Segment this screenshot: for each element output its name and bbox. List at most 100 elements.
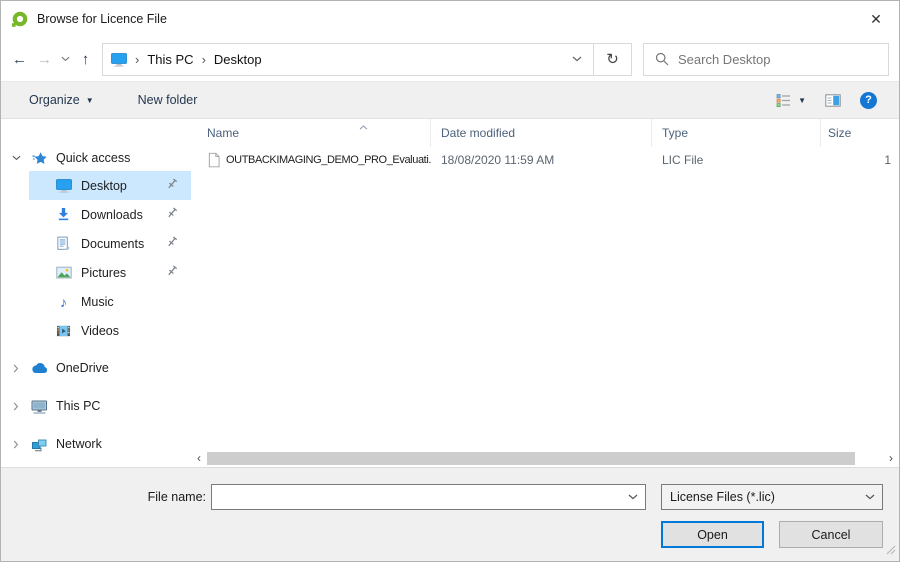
chevron-right-icon bbox=[13, 402, 19, 411]
pin-icon bbox=[166, 207, 178, 222]
sort-ascending-icon bbox=[359, 119, 368, 133]
file-icon bbox=[207, 152, 220, 168]
column-header-size[interactable]: Size bbox=[821, 119, 899, 147]
this-pc-icon bbox=[31, 399, 48, 414]
organize-label: Organize bbox=[29, 93, 80, 107]
sidebar-item-onedrive[interactable]: OneDrive bbox=[1, 355, 191, 381]
sidebar-item-label: Desktop bbox=[81, 179, 127, 193]
horizontal-scrollbar[interactable]: ‹ › bbox=[191, 450, 899, 467]
main-area: Quick access Desktop Downloads bbox=[1, 119, 899, 467]
preview-pane-button[interactable] bbox=[825, 93, 841, 108]
file-name-label: File name: bbox=[1, 484, 206, 510]
videos-icon bbox=[55, 324, 72, 338]
column-label: Size bbox=[828, 126, 851, 140]
breadcrumb-separator: › bbox=[202, 52, 206, 67]
forward-button[interactable]: → bbox=[32, 51, 57, 68]
music-icon: ♪ bbox=[55, 295, 72, 309]
sidebar-item-label: This PC bbox=[56, 399, 100, 413]
column-header-date-modified[interactable]: Date modified bbox=[431, 119, 652, 147]
search-box[interactable] bbox=[643, 43, 889, 76]
downloads-icon bbox=[55, 207, 72, 222]
browse-licence-dialog: Browse for Licence File ✕ ← → ↑ › This P… bbox=[0, 0, 900, 562]
resize-grip[interactable] bbox=[886, 544, 896, 558]
views-button[interactable]: ▼ bbox=[776, 93, 806, 108]
sidebar-item-videos[interactable]: Videos bbox=[1, 316, 191, 345]
column-label: Name bbox=[207, 126, 239, 140]
dropdown-arrow-icon: ▼ bbox=[86, 96, 94, 105]
sidebar-item-documents[interactable]: Documents bbox=[1, 229, 191, 258]
command-toolbar: Organize ▼ New folder ▼ bbox=[1, 81, 899, 119]
sidebar-item-music[interactable]: ♪ Music bbox=[1, 287, 191, 316]
column-header-name[interactable]: Name bbox=[191, 119, 431, 147]
column-header-type[interactable]: Type bbox=[652, 119, 821, 147]
documents-icon bbox=[55, 236, 72, 251]
column-label: Type bbox=[662, 126, 688, 140]
expand-collapse-chevron[interactable] bbox=[1, 402, 31, 411]
file-row[interactable]: OUTBACKIMAGING_DEMO_PRO_Evaluati... 18/0… bbox=[191, 147, 899, 173]
breadcrumb-desktop[interactable]: Desktop bbox=[214, 52, 262, 67]
expand-collapse-chevron[interactable] bbox=[1, 155, 31, 161]
up-button[interactable]: ↑ bbox=[73, 51, 98, 68]
open-button[interactable]: Open bbox=[661, 521, 764, 548]
scroll-right-icon[interactable]: › bbox=[883, 450, 899, 467]
file-type-value: License Files (*.lic) bbox=[662, 490, 858, 504]
file-name-input[interactable] bbox=[212, 485, 621, 509]
sidebar-item-downloads[interactable]: Downloads bbox=[1, 200, 191, 229]
desktop-icon bbox=[55, 178, 72, 193]
file-type: LIC File bbox=[652, 153, 821, 167]
sidebar-item-desktop[interactable]: Desktop bbox=[1, 171, 191, 200]
chevron-down-icon bbox=[572, 56, 582, 62]
sidebar-item-label: Network bbox=[56, 437, 102, 451]
preview-pane-icon bbox=[825, 93, 841, 108]
quick-access-star-icon bbox=[31, 151, 48, 166]
address-dropdown-button[interactable] bbox=[561, 56, 593, 62]
help-button[interactable]: ? bbox=[860, 92, 877, 109]
title-bar: Browse for Licence File ✕ bbox=[1, 1, 899, 37]
column-headers: Name Date modified Type Size bbox=[191, 119, 899, 147]
chevron-down-icon bbox=[628, 494, 638, 500]
sidebar-item-label: OneDrive bbox=[56, 361, 109, 375]
cancel-button[interactable]: Cancel bbox=[779, 521, 883, 548]
refresh-button[interactable]: ↻ bbox=[594, 43, 632, 76]
expand-collapse-chevron[interactable] bbox=[1, 440, 31, 449]
file-list-pane: Name Date modified Type Size bbox=[191, 119, 899, 467]
column-label: Date modified bbox=[441, 126, 515, 140]
address-bar[interactable]: › This PC › Desktop bbox=[102, 43, 594, 76]
sidebar-item-label: Videos bbox=[81, 324, 119, 338]
sidebar-item-label: Downloads bbox=[81, 208, 143, 222]
recent-locations-button[interactable] bbox=[57, 56, 73, 62]
new-folder-button[interactable]: New folder bbox=[138, 93, 198, 107]
back-button[interactable]: ← bbox=[7, 51, 32, 68]
combo-dropdown-button[interactable] bbox=[621, 494, 645, 500]
pin-icon bbox=[166, 178, 178, 193]
expand-collapse-chevron[interactable] bbox=[1, 364, 31, 373]
sidebar-item-network[interactable]: Network bbox=[1, 431, 191, 457]
scrollbar-thumb[interactable] bbox=[207, 452, 855, 465]
scrollbar-track[interactable] bbox=[207, 450, 883, 467]
breadcrumb-this-pc[interactable]: This PC bbox=[147, 52, 193, 67]
chevron-down-icon bbox=[61, 56, 70, 62]
chevron-down-icon bbox=[12, 155, 21, 161]
new-folder-label: New folder bbox=[138, 93, 198, 107]
file-type-combobox[interactable]: License Files (*.lic) bbox=[661, 484, 883, 510]
help-icon: ? bbox=[865, 94, 872, 106]
sidebar-item-quick-access[interactable]: Quick access bbox=[1, 145, 191, 171]
sidebar-item-pictures[interactable]: Pictures bbox=[1, 258, 191, 287]
organize-menu-button[interactable]: Organize ▼ bbox=[29, 93, 94, 107]
chevron-right-icon bbox=[13, 364, 19, 373]
close-button[interactable]: ✕ bbox=[853, 1, 899, 37]
breadcrumb-separator: › bbox=[135, 52, 139, 67]
search-input[interactable] bbox=[678, 52, 888, 67]
scroll-left-icon[interactable]: ‹ bbox=[191, 450, 207, 467]
dialog-footer: File name: License Files (*.lic) Open Ca… bbox=[1, 467, 899, 561]
close-icon: ✕ bbox=[870, 11, 882, 28]
file-date-modified: 18/08/2020 11:59 AM bbox=[431, 153, 652, 167]
file-name-combobox[interactable] bbox=[211, 484, 646, 510]
dropdown-arrow-icon: ▼ bbox=[798, 96, 806, 105]
chevron-right-icon bbox=[13, 440, 19, 449]
refresh-icon: ↻ bbox=[606, 50, 619, 68]
sidebar-item-label: Documents bbox=[81, 237, 144, 251]
pin-icon bbox=[166, 236, 178, 251]
combo-dropdown-button[interactable] bbox=[858, 494, 882, 500]
sidebar-item-this-pc[interactable]: This PC bbox=[1, 393, 191, 419]
